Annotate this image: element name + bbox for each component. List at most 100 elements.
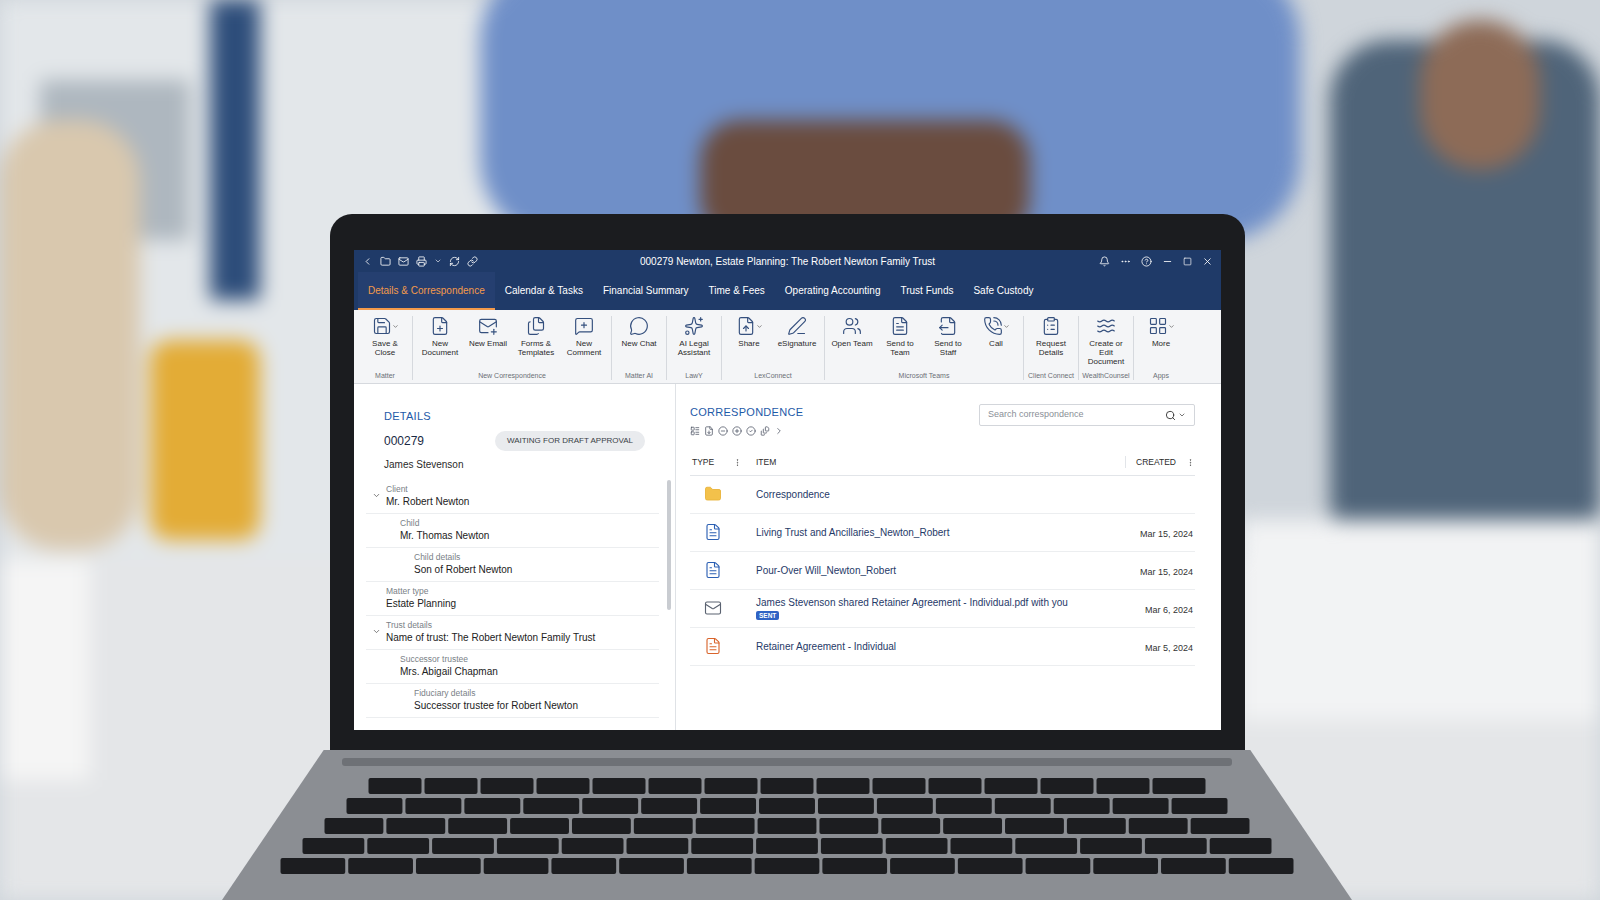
ribbon-button[interactable]: New Email [464, 316, 512, 348]
print-icon[interactable] [416, 256, 427, 267]
ribbon-group-label: WealthCounsel [1082, 372, 1129, 380]
caret-icon[interactable] [434, 257, 442, 265]
photo-scene: 000279 Newton, Estate Planning: The Robe… [0, 0, 1600, 900]
maximize-icon[interactable] [1183, 257, 1192, 266]
dropdown-caret-icon[interactable] [1003, 323, 1010, 330]
app-window: 000279 Newton, Estate Planning: The Robe… [354, 250, 1221, 730]
field-label: Successor trustee [400, 654, 498, 665]
word-document-icon [704, 523, 722, 541]
expanded-chevron-icon[interactable] [372, 491, 381, 500]
tab[interactable]: Safe Custody [963, 272, 1043, 310]
detail-field[interactable]: ClientMr. Robert Newton [366, 480, 659, 514]
laptop-deck [222, 750, 1352, 900]
ribbon-group-label: Matter AI [625, 372, 653, 380]
list-view-icon[interactable] [690, 426, 700, 436]
ribbon-group-label: Apps [1153, 372, 1169, 380]
dropdown-caret-icon[interactable] [1168, 323, 1175, 330]
back-icon[interactable] [362, 256, 373, 267]
refresh-icon[interactable] [449, 256, 460, 267]
detail-field[interactable]: Successor trusteeMrs. Abigail Chapman [366, 650, 659, 684]
expanded-chevron-icon[interactable] [372, 627, 381, 636]
more-icon[interactable] [1120, 256, 1131, 267]
ribbon-button[interactable]: Request Details [1027, 316, 1075, 357]
link-icon[interactable] [467, 256, 478, 267]
column-menu-icon[interactable] [733, 458, 742, 467]
detail-field[interactable]: ChildMr. Thomas Newton [366, 514, 659, 548]
ribbon-button[interactable]: Call [972, 316, 1020, 348]
detail-field[interactable]: Matter typeEstate Planning [366, 582, 659, 616]
ribbon-button[interactable]: More [1137, 316, 1185, 348]
forms-icon [526, 316, 546, 336]
tab[interactable]: Calendar & Tasks [495, 272, 593, 310]
ribbon-button[interactable]: New Comment [560, 316, 608, 357]
ribbon-button[interactable]: New Document [416, 316, 464, 357]
column-header[interactable]: ITEM [756, 457, 776, 467]
minimize-icon[interactable] [1162, 256, 1173, 267]
table-row[interactable]: Pour-Over Will_Newton_RobertMar 15, 2024 [690, 552, 1195, 590]
pdf-document-icon [704, 637, 722, 655]
collapse-icon[interactable] [718, 426, 728, 436]
detail-field[interactable]: Fiduciary detailsSuccessor trustee for R… [366, 684, 659, 718]
dropdown-caret-icon[interactable] [756, 323, 763, 330]
tab[interactable]: Trust Funds [890, 272, 963, 310]
field-label: Fiduciary details [414, 688, 578, 699]
table-row[interactable]: Living Trust and Ancillaries_Newton_Robe… [690, 514, 1195, 552]
ribbon-button[interactable]: Forms & Templates [512, 316, 560, 357]
ribbon-button[interactable]: eSignature [773, 316, 821, 348]
folder-icon[interactable] [380, 256, 391, 267]
ribbon-button-label: New Email [469, 339, 507, 348]
ribbon-button[interactable]: New Chat [615, 316, 663, 348]
tab[interactable]: Details & Correspondence [358, 272, 495, 310]
column-header[interactable]: CREATED [1136, 456, 1176, 469]
laptop-lid: 000279 Newton, Estate Planning: The Robe… [330, 214, 1245, 750]
ribbon-button-label: Send to Team [878, 339, 922, 357]
detail-field[interactable]: Trust detailsName of trust: The Robert N… [366, 616, 659, 650]
ribbon-button-label: AI Legal Assistant [672, 339, 716, 357]
column-header[interactable]: TYPE [692, 456, 714, 469]
scrollbar[interactable] [667, 480, 671, 610]
ribbon-group-label: Matter [375, 372, 395, 380]
table-row[interactable]: James Stevenson shared Retainer Agreemen… [690, 590, 1195, 628]
search-icon[interactable] [1165, 410, 1176, 421]
table-row[interactable]: Correspondence [690, 476, 1195, 514]
field-label: Client [386, 484, 469, 495]
ribbon-button[interactable]: Save & Close [361, 316, 409, 357]
keyboard-icon [222, 750, 1352, 900]
ribbon-button[interactable]: Share [725, 316, 773, 348]
email-icon [704, 599, 722, 617]
wave-logo-icon [1096, 316, 1116, 336]
ribbon-button[interactable]: Send to Staff [924, 316, 972, 357]
sent-badge: SENT [756, 611, 779, 620]
close-icon[interactable] [1202, 256, 1213, 267]
field-label: Child [400, 518, 489, 529]
send-team-icon [890, 316, 910, 336]
help-icon[interactable] [1141, 256, 1152, 267]
matter-number: 000279 [384, 432, 424, 450]
field-label: Matter type [386, 586, 456, 597]
search-options-icon[interactable] [1178, 411, 1186, 419]
column-menu-icon[interactable] [1186, 458, 1195, 467]
ribbon-button[interactable]: Open Team [828, 316, 876, 348]
select-icon[interactable] [746, 426, 756, 436]
laptop: 000279 Newton, Estate Planning: The Robe… [0, 0, 1600, 900]
bell-icon[interactable] [1099, 256, 1110, 267]
expand-icon[interactable] [732, 426, 742, 436]
search-field[interactable]: Search correspondence [979, 404, 1195, 426]
tab[interactable]: Financial Summary [593, 272, 699, 310]
save-icon [372, 316, 392, 336]
tab[interactable]: Operating Accounting [775, 272, 891, 310]
request-icon [1041, 316, 1061, 336]
documents-icon[interactable] [760, 426, 770, 436]
export-icon[interactable] [704, 426, 714, 436]
dropdown-caret-icon[interactable] [392, 323, 399, 330]
more-tools-icon[interactable] [774, 426, 784, 436]
table-row[interactable]: Retainer Agreement - IndividualMar 5, 20… [690, 628, 1195, 666]
ribbon-button[interactable]: Create or Edit Document [1082, 316, 1130, 367]
tab[interactable]: Time & Fees [699, 272, 775, 310]
mail-icon[interactable] [398, 256, 409, 267]
ribbon-group: AI Legal AssistantLawY [667, 316, 722, 380]
detail-field[interactable]: Child detailsSon of Robert Newton [366, 548, 659, 582]
ribbon-button[interactable]: Send to Team [876, 316, 924, 357]
ribbon-group-label: LexConnect [754, 372, 791, 380]
ribbon-button[interactable]: AI Legal Assistant [670, 316, 718, 357]
